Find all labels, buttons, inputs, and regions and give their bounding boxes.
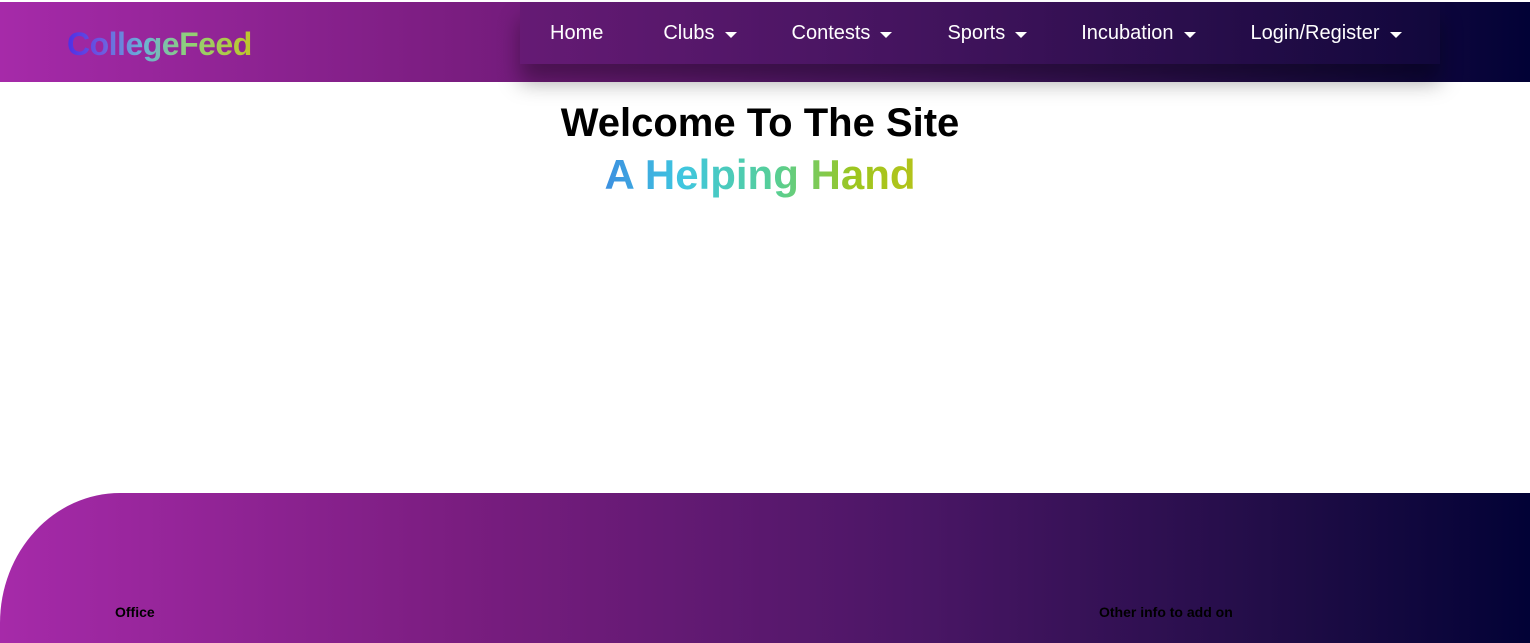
footer-other-info-label: Other info to add on xyxy=(1099,604,1233,620)
hero-subtitle-text: A Helping Hand xyxy=(604,151,916,198)
caret-down-icon xyxy=(1183,31,1196,38)
nav-item-label: Home xyxy=(550,22,604,44)
site-footer: Office Other info to add on xyxy=(0,493,1530,643)
main-nav: Home Clubs Contests Sports Incubation Lo… xyxy=(520,2,1440,64)
caret-down-icon xyxy=(1015,31,1028,38)
hero-title: Welcome To The Site xyxy=(560,101,960,145)
nav-item-label: Login/Register xyxy=(1250,22,1380,44)
nav-item-sports[interactable]: Sports xyxy=(947,21,1028,45)
nav-item-incubation[interactable]: Incubation xyxy=(1081,21,1196,45)
nav-item-label: Contests xyxy=(791,22,871,44)
nav-item-home[interactable]: Home xyxy=(550,21,603,45)
site-header: CollegeFeed Home Clubs Contests Sports I… xyxy=(0,2,1530,82)
hero-subtitle: A Helping Hand xyxy=(0,150,1520,200)
footer-office-label: Office xyxy=(115,604,155,620)
caret-down-icon xyxy=(724,31,737,38)
caret-down-icon xyxy=(1389,31,1402,38)
page: CollegeFeed Home Clubs Contests Sports I… xyxy=(0,0,1530,643)
nav-item-clubs[interactable]: Clubs xyxy=(663,21,737,45)
nav-item-label: Sports xyxy=(947,22,1006,44)
caret-down-icon xyxy=(880,31,893,38)
nav-item-login-register[interactable]: Login/Register xyxy=(1251,21,1402,45)
nav-item-contests[interactable]: Contests xyxy=(792,21,893,45)
nav-item-label: Incubation xyxy=(1081,22,1174,44)
brand-logo[interactable]: CollegeFeed xyxy=(67,24,252,64)
nav-item-label: Clubs xyxy=(663,22,715,44)
